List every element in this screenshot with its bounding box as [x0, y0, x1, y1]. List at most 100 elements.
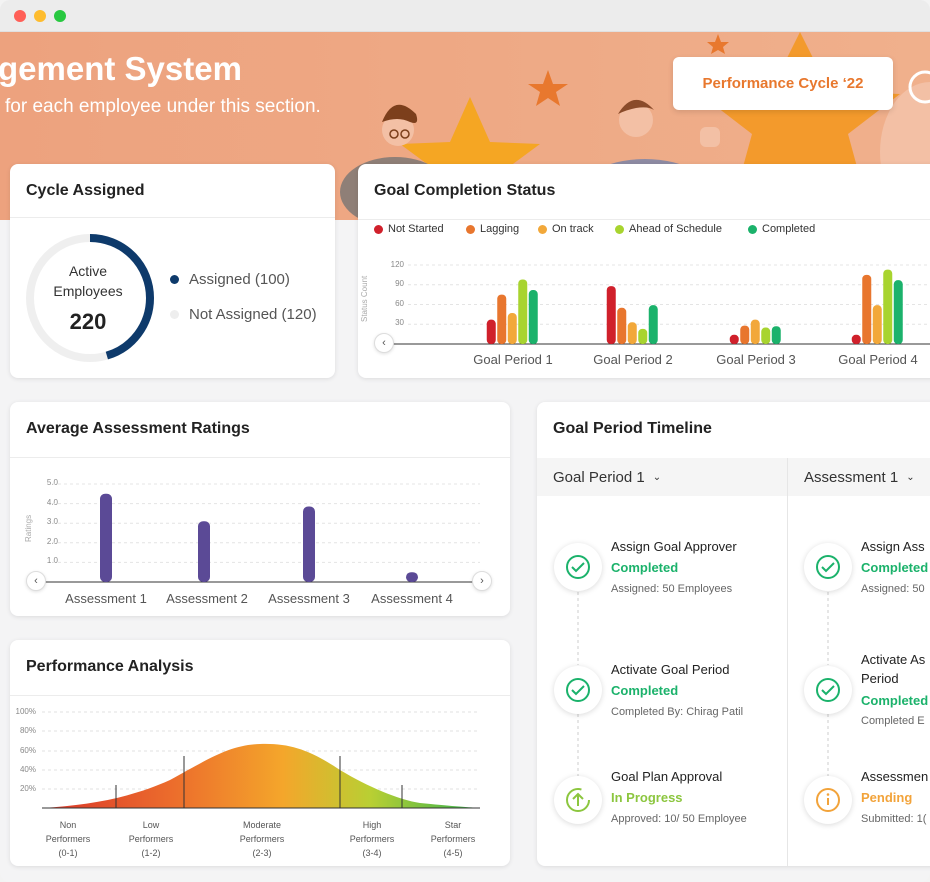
pa-category-low: Low Performers (1-2) [111, 818, 191, 860]
legend-swatch [170, 310, 179, 319]
avg-ratings-card: Average Assessment Ratings Ratings 5.0 4… [10, 402, 510, 616]
gc-bar[interactable] [750, 319, 760, 344]
app-window: gement System for each employee under th… [0, 0, 930, 882]
maximize-window-button[interactable] [54, 10, 66, 22]
pa-cat-l1: Star [444, 820, 462, 830]
ar-category-label: Assessment 1 [65, 591, 147, 606]
performance-area [42, 743, 480, 808]
gc-bar[interactable] [606, 286, 616, 344]
pa-category-high: High Performers (3-4) [332, 818, 412, 860]
step-name: Assign Goal Approver [611, 539, 737, 554]
pa-cat-l3: (2-3) [252, 848, 272, 858]
pa-cat-l1: High [362, 820, 382, 830]
pa-cat-l1: Moderate [242, 820, 282, 830]
ar-category-label: Assessment 3 [268, 591, 350, 606]
step-name: Activate As [861, 652, 926, 667]
ar-bar[interactable] [303, 506, 315, 582]
avg-ratings-chart [42, 483, 480, 583]
ar-category-label: Assessment 4 [371, 591, 453, 606]
performance-card: Performance Analysis 100% 80% 60% 40% 20… [10, 640, 510, 866]
step-meta: Completed E [861, 715, 925, 727]
ar-bar[interactable] [100, 493, 112, 582]
gc-bar[interactable] [851, 334, 861, 344]
legend-swatch [170, 275, 179, 284]
step-meta: Assigned: 50 [861, 583, 925, 595]
pa-cat-l3: (0-1) [58, 848, 78, 858]
gc-bar[interactable] [740, 325, 750, 344]
timeline-card: Goal Period Timeline Goal Period 1 ⌄ Asse… [537, 402, 930, 866]
step-meta: Assigned: 50 Employees [611, 583, 733, 595]
pa-cat-l1: Low [142, 820, 160, 830]
check-circle-icon [804, 666, 852, 714]
gc-bar[interactable] [617, 307, 627, 344]
minimize-window-button[interactable] [34, 10, 46, 22]
info-circle-icon [804, 776, 852, 824]
goal-completion-card: Goal Completion Status Not Started Laggi… [358, 164, 930, 378]
pa-category-moderate: Moderate Performers (2-3) [222, 818, 302, 860]
gc-bar[interactable] [627, 322, 637, 344]
gc-prev-button[interactable]: ‹ [374, 333, 394, 353]
title-bar [0, 0, 930, 32]
divider [10, 217, 335, 218]
gc-bar[interactable] [862, 274, 872, 344]
gc-bar[interactable] [638, 328, 648, 344]
pa-cat-l3: (1-2) [141, 848, 161, 858]
gc-bar[interactable] [872, 305, 882, 344]
step-name: Assessmen [861, 769, 929, 784]
legend-label: Assigned (100) [189, 271, 290, 288]
step-status: Completed [611, 560, 679, 575]
performance-cycle-button[interactable]: Performance Cycle ‘22 [673, 57, 893, 110]
gc-category-label: Goal Period 1 [473, 352, 553, 367]
step-status: Completed [611, 683, 679, 698]
step-status: Completed [861, 560, 929, 575]
legend-assigned: Assigned (100) [170, 271, 290, 288]
ar-prev-button[interactable]: ‹ [26, 571, 46, 591]
ar-category-label: Assessment 2 [166, 591, 248, 606]
step-name-line2: Period [861, 671, 899, 686]
pa-cat-l2: Performers [45, 834, 91, 844]
step-status: Pending [861, 790, 913, 805]
pa-cat-l2: Performers [128, 834, 174, 844]
step-name: Activate Goal Period [611, 662, 730, 677]
cycle-assigned-title: Cycle Assigned [26, 182, 145, 199]
gc-bar[interactable] [507, 313, 517, 344]
cycle-assigned-card: Cycle Assigned Active Employees 220 Assi… [10, 164, 335, 378]
ar-next-button[interactable]: › [472, 571, 492, 591]
gc-bar[interactable] [486, 319, 496, 344]
close-window-button[interactable] [14, 10, 26, 22]
gc-bar[interactable] [497, 294, 507, 344]
gc-bar[interactable] [883, 269, 893, 344]
gc-bar[interactable] [729, 334, 739, 344]
pa-cat-l2: Performers [430, 834, 476, 844]
check-circle-icon [554, 666, 602, 714]
gc-bar[interactable] [893, 280, 903, 344]
gc-bar[interactable] [518, 279, 528, 344]
pa-cat-l3: (3-4) [362, 848, 382, 858]
legend-label: Not Assigned (120) [189, 306, 317, 323]
donut-label-2: Employees [53, 283, 123, 299]
step-name: Goal Plan Approval [611, 769, 723, 784]
ar-bar[interactable] [198, 521, 210, 582]
pa-cat-l2: Performers [239, 834, 285, 844]
gc-category-label: Goal Period 4 [838, 352, 918, 367]
step-meta: Approved: 10/ 50 Employee [611, 813, 747, 825]
step-meta: Submitted: 1( [861, 813, 927, 825]
ar-bar[interactable] [406, 572, 418, 582]
legend-not-assigned: Not Assigned (120) [170, 306, 317, 323]
step-status: In Progress [611, 790, 683, 805]
donut-label-1: Active [68, 263, 108, 279]
goal-completion-chart [388, 264, 930, 345]
pa-category-non: Non Performers (0-1) [28, 818, 108, 860]
gc-bar[interactable] [648, 305, 658, 344]
gc-bar[interactable] [771, 326, 781, 344]
donut-value: 220 [69, 309, 107, 334]
step-meta: Completed By: Chirag Patil [611, 706, 744, 718]
pa-cat-l3: (4-5) [443, 848, 463, 858]
gc-bar[interactable] [761, 327, 771, 344]
pa-category-star: Star Performers (4-5) [413, 818, 493, 860]
arrow-up-circle-icon [554, 776, 602, 824]
gc-category-label: Goal Period 3 [716, 352, 796, 367]
check-circle-icon [554, 543, 602, 591]
step-status: Completed [861, 693, 929, 708]
gc-bar[interactable] [528, 290, 538, 344]
